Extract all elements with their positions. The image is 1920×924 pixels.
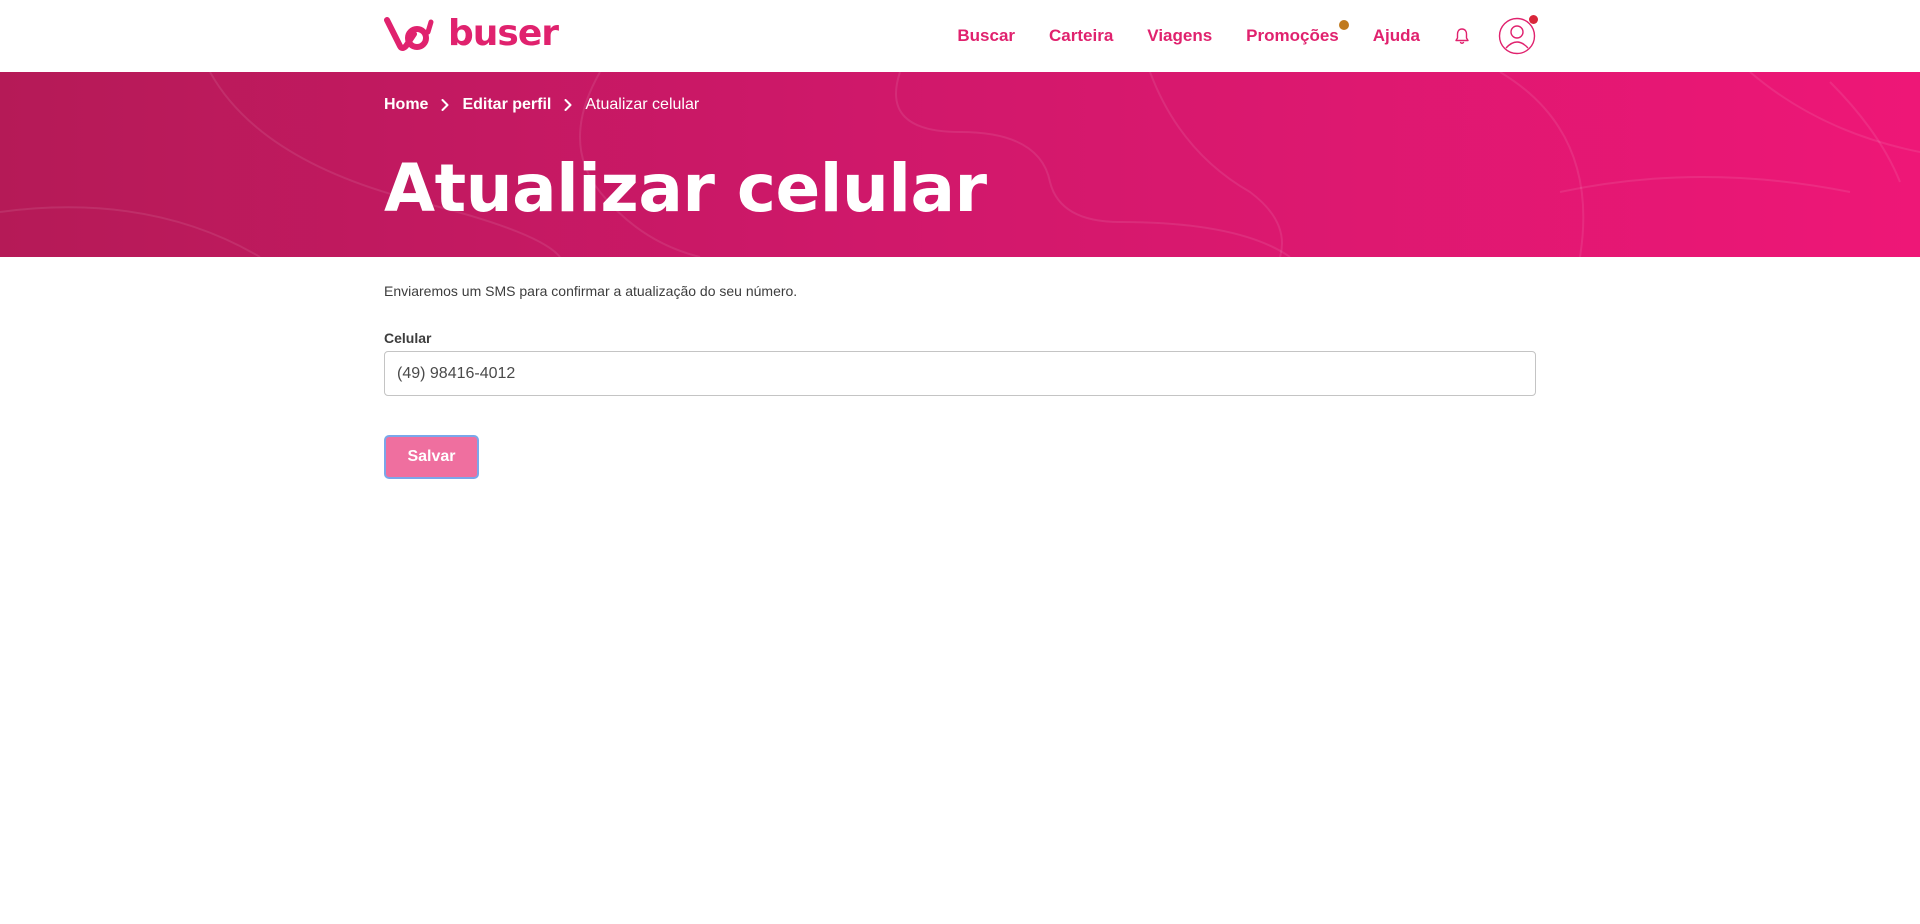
breadcrumb-editar-perfil[interactable]: Editar perfil — [462, 96, 551, 114]
save-button[interactable]: Salvar — [384, 435, 479, 479]
breadcrumb-home[interactable]: Home — [384, 96, 428, 114]
bell-icon[interactable] — [1452, 26, 1472, 46]
nav-link-promocoes-label: Promoções — [1246, 26, 1339, 45]
phone-field-label: Celular — [384, 330, 432, 346]
chevron-right-icon — [434, 96, 456, 114]
nav-link-viagens[interactable]: Viagens — [1147, 26, 1212, 46]
buser-logo-icon — [384, 17, 434, 51]
user-avatar-icon[interactable] — [1498, 15, 1538, 55]
top-navigation-bar: buser Buscar Carteira Viagens Promoções … — [0, 0, 1920, 72]
avatar-notification-dot — [1529, 15, 1538, 24]
promo-notification-dot — [1338, 20, 1349, 30]
nav-link-buscar[interactable]: Buscar — [957, 26, 1015, 46]
breadcrumb: Home Editar perfil Atualizar celular — [384, 96, 699, 114]
buser-logo[interactable]: buser — [384, 13, 559, 54]
breadcrumb-current: Atualizar celular — [585, 96, 700, 113]
header-container: buser Buscar Carteira Viagens Promoções … — [384, 0, 1538, 72]
logo-wordmark: buser — [448, 13, 559, 54]
page-title: Atualizar celular — [384, 150, 987, 227]
nav-link-ajuda[interactable]: Ajuda — [1373, 26, 1420, 46]
nav-link-promocoes[interactable]: Promoções — [1246, 20, 1349, 46]
phone-input[interactable] — [384, 351, 1536, 396]
chevron-right-icon — [557, 96, 579, 114]
main-nav: Buscar Carteira Viagens Promoções Ajuda — [957, 0, 1538, 72]
page-description: Enviaremos um SMS para confirmar a atual… — [384, 283, 798, 299]
hero-container: Home Editar perfil Atualizar celular Atu… — [384, 72, 1536, 257]
nav-link-carteira[interactable]: Carteira — [1049, 26, 1113, 46]
page-hero-banner: Home Editar perfil Atualizar celular Atu… — [0, 72, 1920, 257]
